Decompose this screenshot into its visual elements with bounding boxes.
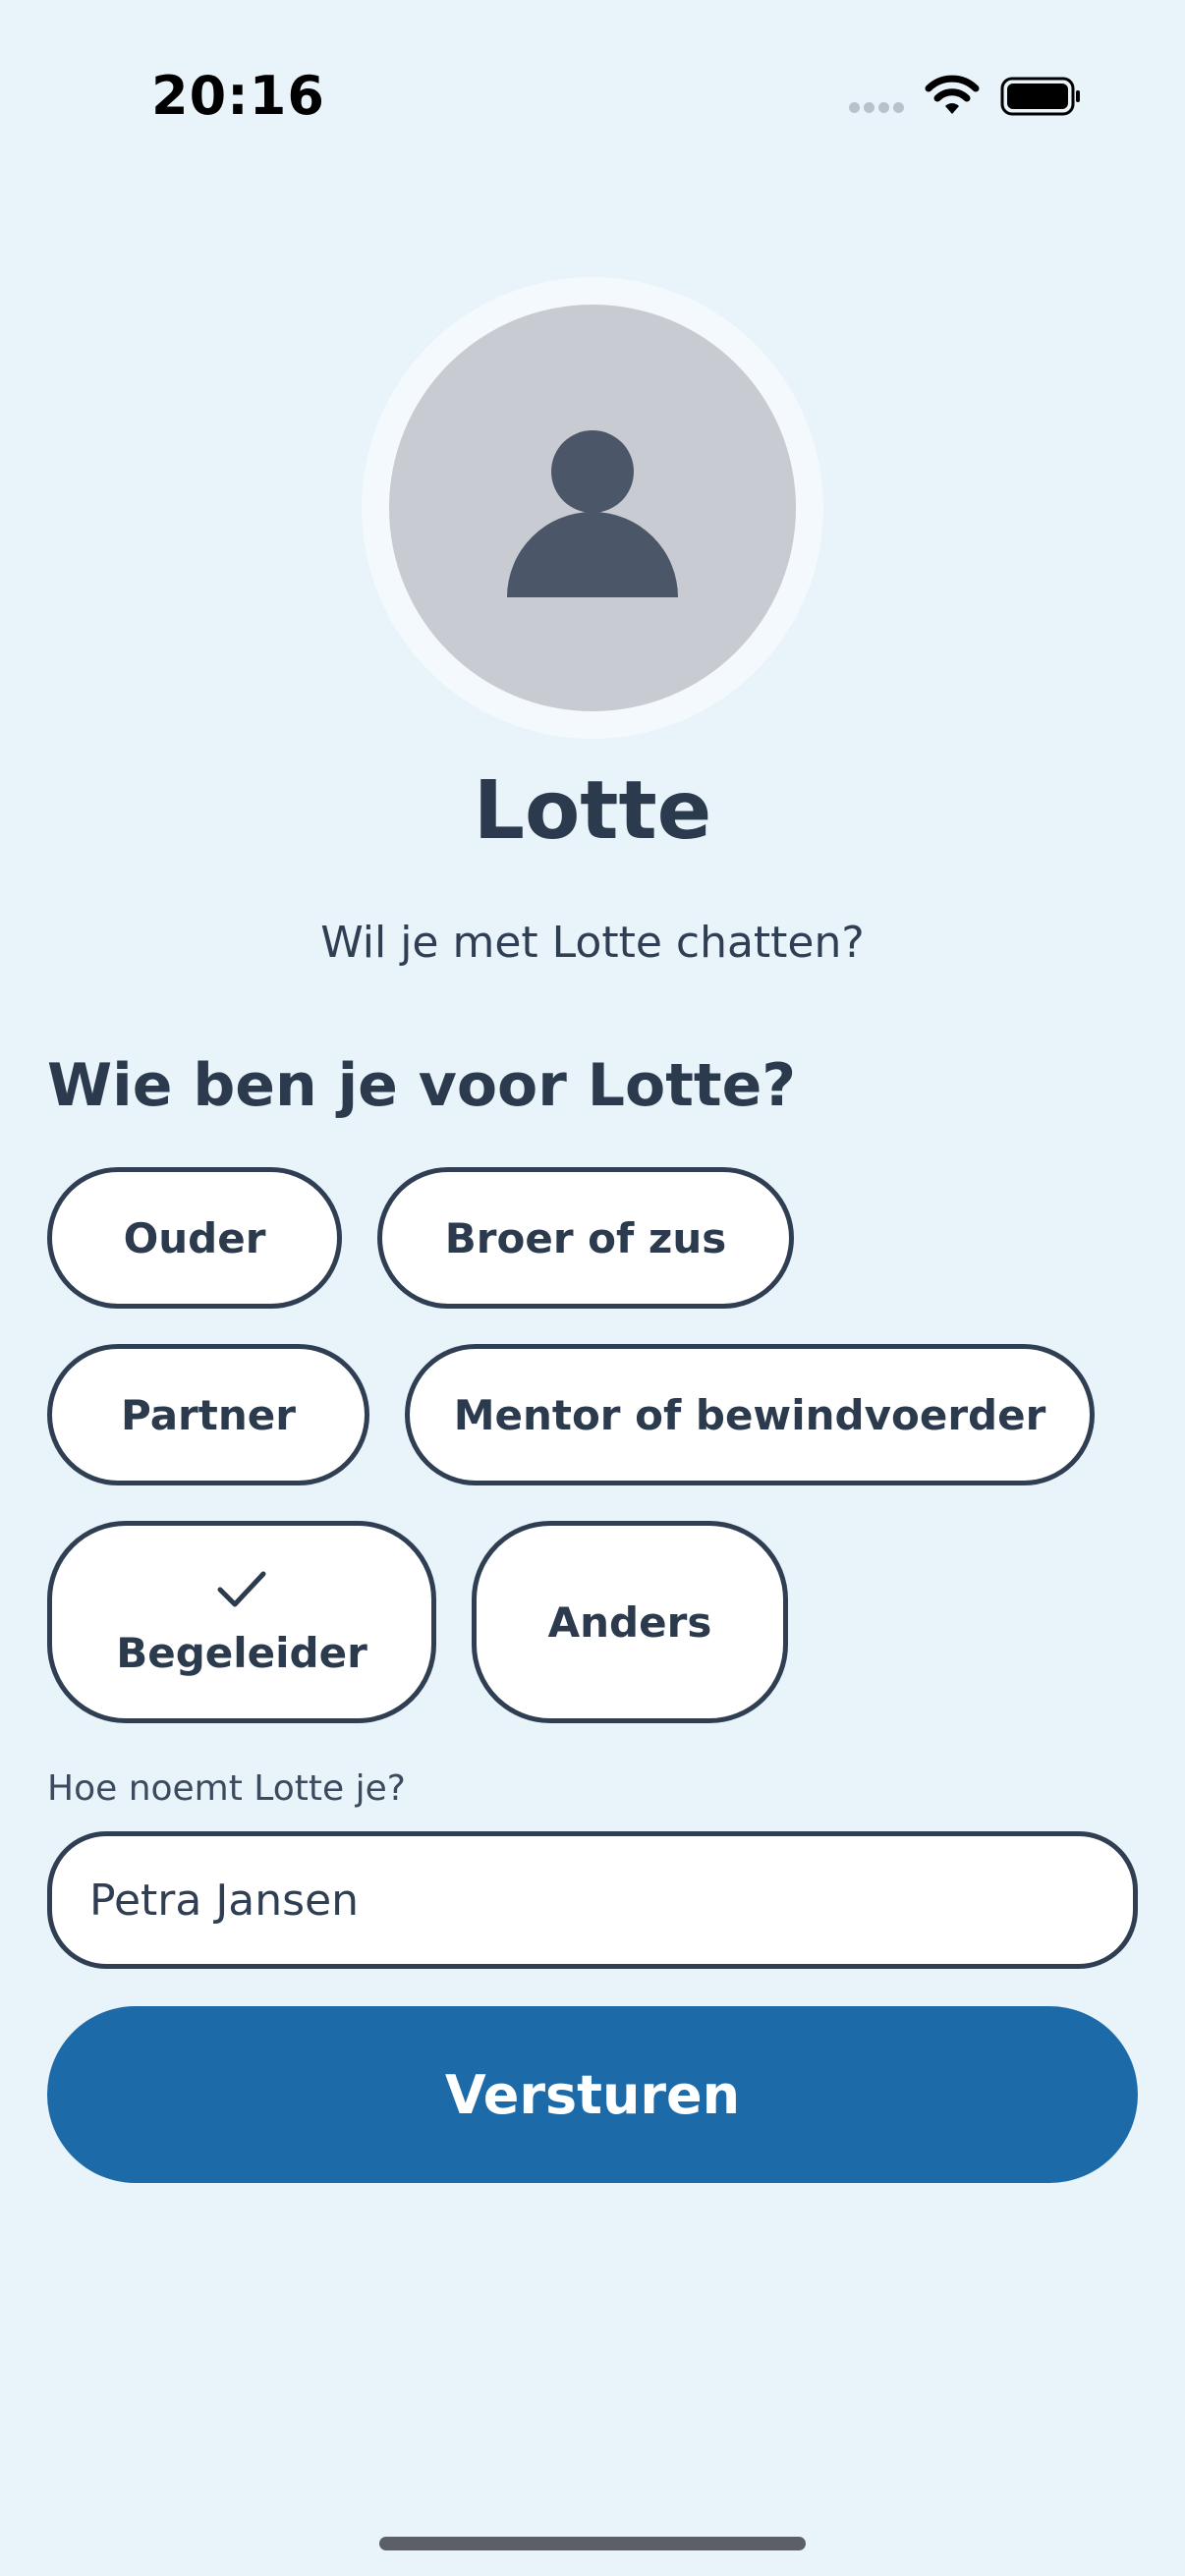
chip-mentor-of-bewindvoerder[interactable]: Mentor of bewindvoerder xyxy=(405,1344,1095,1485)
chip-broer-of-zus[interactable]: Broer of zus xyxy=(377,1167,794,1309)
chat-prompt: Wil je met Lotte chatten? xyxy=(320,918,865,968)
chip-begeleider-selected[interactable]: Begeleider xyxy=(47,1521,436,1723)
home-indicator[interactable] xyxy=(379,2537,806,2550)
person-icon xyxy=(507,430,678,597)
chip-label: Ouder xyxy=(123,1213,266,1262)
cellular-signal-icon xyxy=(849,102,906,116)
status-time: 20:16 xyxy=(151,65,325,127)
name-field-label: Hoe noemt Lotte je? xyxy=(47,1768,406,1809)
avatar xyxy=(389,305,796,711)
chip-label: Partner xyxy=(121,1390,296,1439)
checkmark-icon xyxy=(217,1571,266,1606)
wifi-icon xyxy=(925,75,980,114)
name-input[interactable] xyxy=(47,1831,1138,1969)
battery-icon xyxy=(1000,77,1080,116)
send-button[interactable]: Versturen xyxy=(47,2006,1138,2183)
chip-label: Mentor of bewindvoerder xyxy=(453,1390,1046,1439)
chip-label: Broer of zus xyxy=(444,1213,727,1262)
contact-name: Lotte xyxy=(473,764,712,858)
chip-label: Begeleider xyxy=(116,1628,367,1677)
relationship-heading: Wie ben je voor Lotte? xyxy=(47,1051,797,1120)
chip-ouder[interactable]: Ouder xyxy=(47,1167,342,1309)
chip-partner[interactable]: Partner xyxy=(47,1344,369,1485)
status-bar: 20:16 xyxy=(0,0,1185,196)
chip-anders[interactable]: Anders xyxy=(472,1521,788,1723)
chip-label: Anders xyxy=(547,1597,712,1647)
